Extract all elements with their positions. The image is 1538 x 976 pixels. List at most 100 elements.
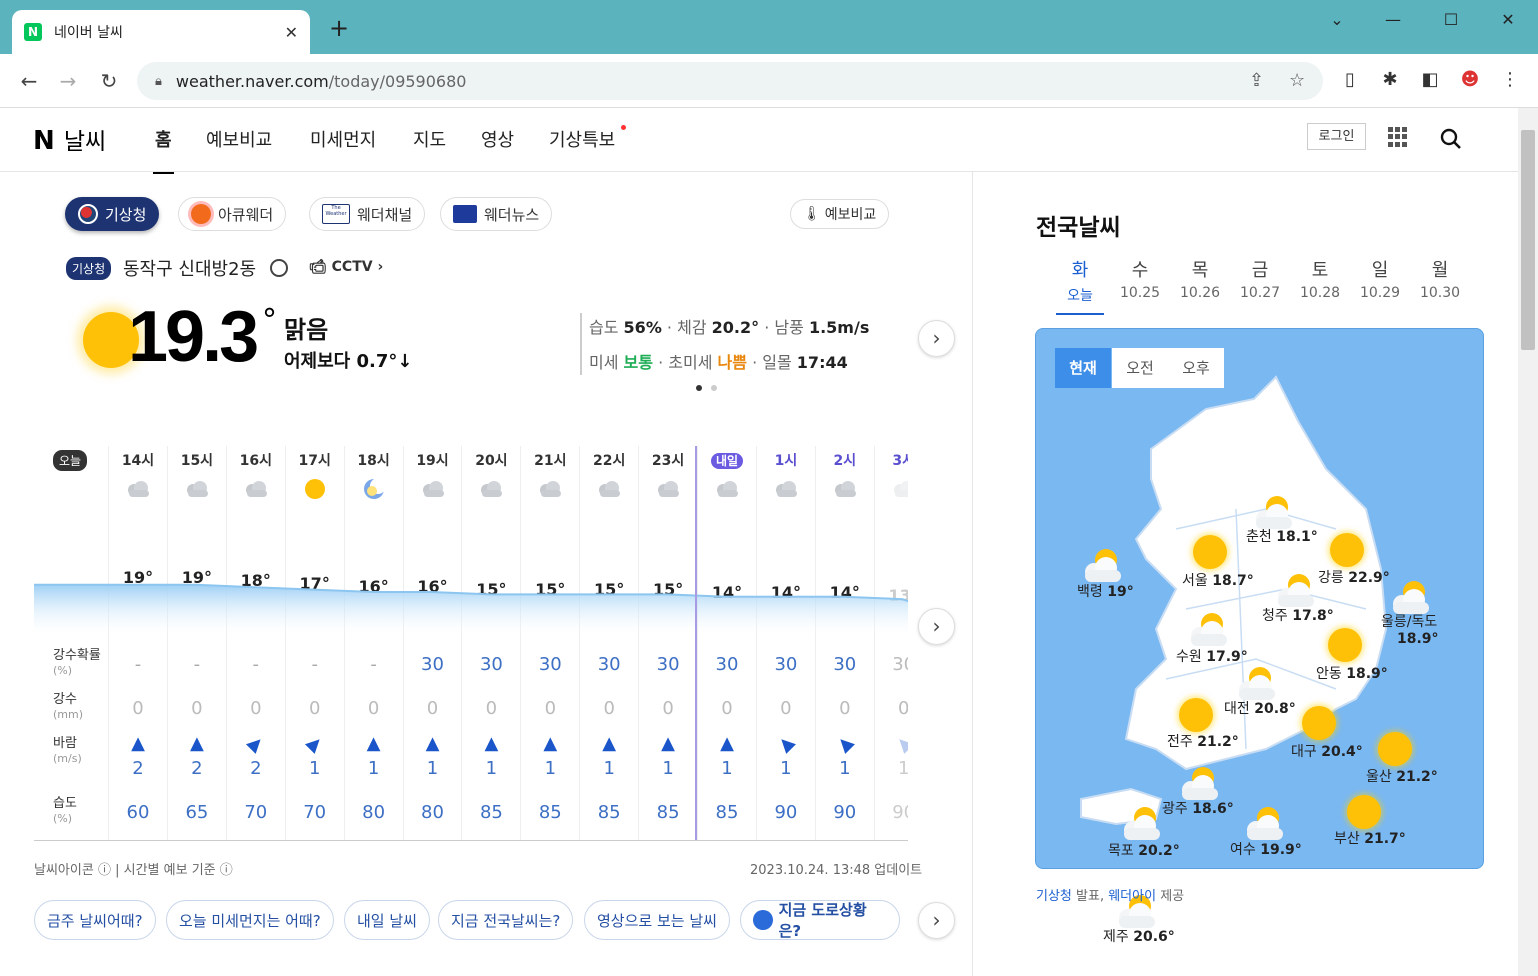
- hour-column: 15시 19° -0 ▲ 2 65: [166, 446, 226, 841]
- city-label[interactable]: 춘천 18.1°: [1246, 526, 1318, 546]
- search-icon[interactable]: [1440, 128, 1462, 150]
- reload-icon[interactable]: ↻: [94, 66, 124, 96]
- summary-next-button[interactable]: ›: [918, 320, 955, 357]
- day-tab[interactable]: 수 10.25: [1115, 256, 1165, 301]
- minimize-icon[interactable]: —: [1378, 10, 1408, 29]
- day-tab[interactable]: 일 10.29: [1355, 256, 1405, 301]
- city-label[interactable]: 목포 20.2°: [1108, 840, 1180, 860]
- wind-direction-arrow-icon: ▲: [602, 733, 617, 754]
- city-label[interactable]: 광주 18.6°: [1162, 798, 1234, 818]
- compare-label: 예보비교: [824, 207, 877, 223]
- close-window-icon[interactable]: ✕: [1493, 10, 1523, 29]
- location-source-badge: 기상청: [66, 257, 112, 280]
- city-label[interactable]: 강릉 22.9°: [1318, 567, 1390, 587]
- suggestion-chip[interactable]: 지금 도로상황은?: [740, 900, 900, 940]
- city-label[interactable]: 수원 17.9°: [1176, 646, 1248, 666]
- extensions-puzzle-icon[interactable]: ✱: [1376, 66, 1404, 94]
- nav-map[interactable]: 지도: [413, 126, 446, 152]
- hour-column: 19시 16° 30 0 ▲ 1 80: [402, 446, 462, 841]
- weather-icon-info-link[interactable]: 날씨아이콘: [34, 863, 94, 878]
- site-info-icon[interactable]: 🔒︎: [155, 74, 162, 89]
- browser-tab[interactable]: N 네이버 날씨 ✕: [12, 10, 310, 54]
- nav-forecast-compare[interactable]: 예보비교: [206, 126, 272, 152]
- humidity-label: 습도 (%): [53, 796, 77, 825]
- info-icon[interactable]: ⓘ: [98, 863, 111, 878]
- side-panel-icon[interactable]: ◧: [1416, 66, 1444, 94]
- hourly-next-button[interactable]: ›: [918, 608, 955, 645]
- locate-target-icon[interactable]: [270, 259, 288, 277]
- sun-icon: [1193, 535, 1227, 569]
- forecast-compare-button[interactable]: 🌡︎ 예보비교: [790, 199, 890, 229]
- nav-fine-dust[interactable]: 미세먼지: [310, 126, 376, 152]
- humidity-value: 60: [126, 802, 150, 823]
- provider-weathernews-button[interactable]: 웨더뉴스: [440, 197, 553, 231]
- city-label[interactable]: 대전 20.8°: [1224, 698, 1296, 718]
- day-tab[interactable]: 화 오늘: [1055, 256, 1105, 305]
- city-label[interactable]: 울릉/독도 18.9°: [1381, 611, 1439, 647]
- provider-kma-button[interactable]: 기상청: [65, 197, 160, 231]
- day-tab[interactable]: 목 10.26: [1175, 256, 1225, 301]
- city-label[interactable]: 대구 20.4°: [1291, 741, 1363, 761]
- slide-dot[interactable]: [711, 385, 717, 391]
- hour-label: 2시: [833, 453, 857, 469]
- scrollbar-thumb[interactable]: [1521, 130, 1535, 350]
- day-tab[interactable]: 월 10.30: [1415, 256, 1465, 301]
- chips-next-button[interactable]: ›: [918, 902, 955, 939]
- city-label[interactable]: 백령 19°: [1077, 581, 1134, 601]
- naver-weather-logo[interactable]: N 날씨: [33, 122, 106, 156]
- browser-toolbar: ← → ↻ 🔒︎ weather.naver.com/today/0959068…: [0, 54, 1538, 108]
- forward-arrow-icon[interactable]: →: [53, 66, 83, 96]
- suggestion-chip[interactable]: 금주 날씨어때?: [34, 900, 156, 940]
- info-icon[interactable]: ⓘ: [220, 863, 233, 878]
- city-label[interactable]: 여수 19.9°: [1230, 839, 1302, 859]
- suggestion-chip[interactable]: 오늘 미세먼지는 어때?: [166, 900, 334, 940]
- tab-close-icon[interactable]: ✕: [285, 23, 298, 42]
- rain-prob-label: 강수확률 (%): [53, 648, 101, 677]
- suggestion-chip[interactable]: 지금 전국날씨는?: [438, 900, 574, 940]
- cloud-icon: [889, 476, 908, 502]
- login-button[interactable]: 로그인: [1307, 123, 1366, 150]
- suggestion-chip[interactable]: 영상으로 보는 날씨: [584, 900, 730, 940]
- nav-weather-warning[interactable]: 기상특보: [549, 126, 615, 152]
- cctv-link[interactable]: 📹︎ CCTV ›: [309, 259, 383, 275]
- tab-search-chevron-icon[interactable]: ⌄: [1322, 10, 1352, 29]
- city-label[interactable]: 청주 17.8°: [1262, 605, 1334, 625]
- bookmark-star-icon[interactable]: ☆: [1289, 70, 1305, 91]
- cloud-icon: [830, 476, 860, 502]
- provider-accuweather-button[interactable]: 아큐웨더: [178, 197, 287, 231]
- menu-kebab-icon[interactable]: ⋮: [1496, 66, 1524, 94]
- city-label[interactable]: 전주 21.2°: [1167, 731, 1239, 751]
- map-tab-now[interactable]: 현재: [1055, 348, 1111, 388]
- slide-dot-active[interactable]: [696, 385, 702, 391]
- city-label[interactable]: 안동 18.9°: [1316, 663, 1388, 683]
- city-label[interactable]: 제주 20.6°: [1103, 926, 1175, 946]
- apps-grid-icon[interactable]: [1388, 127, 1408, 147]
- basis-info-link[interactable]: 시간별 예보 기준: [124, 863, 216, 878]
- suggestion-chip[interactable]: 내일 날씨: [344, 900, 430, 940]
- url-path: /today/09590680: [328, 71, 467, 91]
- extension-phone-icon[interactable]: ▯: [1336, 66, 1364, 94]
- day-tab[interactable]: 금 10.27: [1235, 256, 1285, 301]
- rain-amount: 0: [662, 698, 674, 719]
- profile-avatar-icon[interactable]: ☻: [1456, 66, 1484, 94]
- share-icon[interactable]: ⇪: [1249, 70, 1264, 91]
- day-tab[interactable]: 토 10.28: [1295, 256, 1345, 301]
- humidity-value: 65: [185, 802, 209, 823]
- nav-home[interactable]: 홈: [153, 126, 174, 174]
- map-tab-pm[interactable]: 오후: [1168, 348, 1224, 388]
- tomorrow-badge: 내일: [710, 453, 744, 469]
- map-tab-am[interactable]: 오전: [1112, 348, 1168, 388]
- maximize-icon[interactable]: ☐: [1436, 10, 1466, 29]
- address-bar[interactable]: 🔒︎ weather.naver.com/today/09590680 ⇪ ☆: [137, 62, 1323, 100]
- hour-label: 1시: [774, 453, 798, 469]
- city-label[interactable]: 서울 18.7°: [1182, 570, 1254, 590]
- yesterday-compare: 어제보다 0.7°↓: [284, 351, 413, 372]
- new-tab-plus-icon[interactable]: +: [326, 16, 352, 42]
- wind-speed: 1: [367, 758, 380, 779]
- nav-video[interactable]: 영상: [481, 126, 514, 152]
- city-label[interactable]: 부산 21.7°: [1334, 828, 1406, 848]
- provider-weatherchannel-button[interactable]: The Weather 웨더채널: [309, 197, 426, 231]
- back-arrow-icon[interactable]: ←: [14, 66, 44, 96]
- city-label[interactable]: 울산 21.2°: [1366, 766, 1438, 786]
- location-name[interactable]: 동작구 신대방2동: [123, 255, 256, 281]
